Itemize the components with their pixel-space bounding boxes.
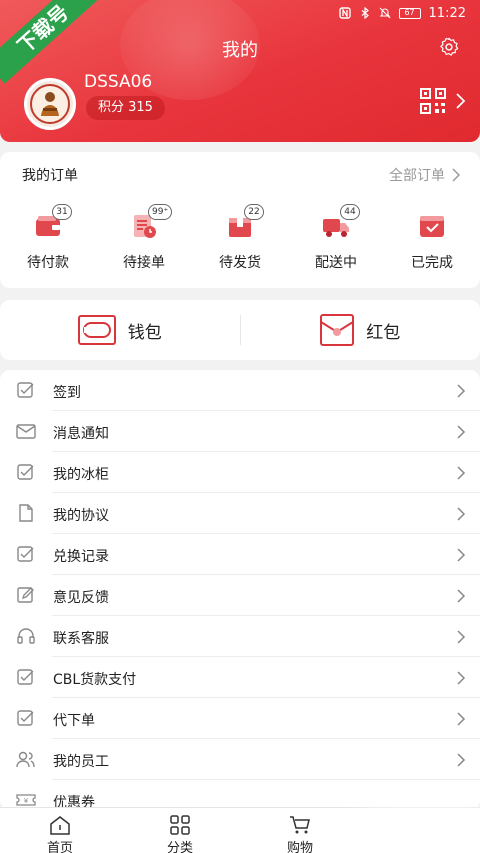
tab-category[interactable]: 分类 — [120, 808, 240, 853]
tab-home[interactable]: 首页 — [0, 808, 120, 853]
orders-title: 我的订单 — [22, 168, 78, 184]
order-status-label: 待接单 — [123, 255, 165, 271]
chevron-right-icon — [456, 670, 466, 686]
order-status-label: 配送中 — [315, 255, 357, 271]
username: DSSA06 — [84, 72, 153, 92]
qr-code-icon[interactable] — [420, 88, 446, 114]
menu-item-label: 代下单 — [53, 713, 95, 729]
bottom-tab-bar: 首页 分类 购物 — [0, 793, 480, 853]
battery-icon: 67 — [398, 7, 421, 19]
menu-item-my-freezer[interactable]: 我的冰柜 — [0, 452, 480, 493]
chevron-right-icon — [456, 629, 466, 645]
menu-item-my-employees[interactable]: 我的员工 — [0, 739, 480, 780]
settings-gear-icon[interactable] — [438, 36, 460, 58]
checkbox-icon — [16, 463, 36, 481]
svg-text:¥: ¥ — [24, 797, 29, 805]
red-packet-icon — [320, 314, 355, 346]
chevron-right-icon — [456, 588, 466, 604]
menu-item-cbl-payment[interactable]: CBL货款支付 — [0, 657, 480, 698]
mute-bell-icon — [379, 7, 391, 19]
chevron-right-icon — [456, 547, 466, 563]
status-time: 11:22 — [428, 5, 466, 21]
home-icon — [49, 815, 71, 835]
grid-icon — [169, 815, 191, 835]
chevron-right-icon — [456, 752, 466, 768]
menu-item-label: 意见反馈 — [53, 590, 109, 606]
mail-icon — [16, 422, 36, 440]
red-packet-button[interactable]: 红包 — [241, 300, 480, 360]
tab-label: 分类 — [166, 841, 193, 853]
chevron-right-icon — [456, 424, 466, 440]
status-bar: 67 11:22 — [338, 4, 466, 22]
avatar-worker-icon — [27, 81, 73, 127]
menu-item-label: 消息通知 — [53, 426, 109, 442]
chevron-right-icon[interactable] — [454, 92, 466, 110]
order-status-label: 待付款 — [27, 255, 69, 271]
order-status-in-delivery[interactable]: 44 配送中 — [288, 202, 384, 282]
all-orders-label: 全部订单 — [389, 168, 445, 184]
menu-item-label: 我的员工 — [53, 754, 109, 770]
red-packet-label: 红包 — [366, 322, 401, 343]
menu-item-sign-in[interactable]: 签到 — [0, 370, 480, 411]
order-status-label: 待发货 — [219, 255, 261, 271]
checkbox-icon — [16, 381, 36, 399]
order-count-badge: 22 — [244, 204, 264, 220]
order-count-badge: 44 — [340, 204, 360, 220]
check-box-icon — [417, 212, 447, 240]
all-orders-link[interactable]: 全部订单 — [389, 165, 460, 185]
wallet-card: 钱包 红包 — [0, 300, 480, 360]
points-badge[interactable]: 积分 315 — [86, 96, 165, 120]
checkbox-icon — [16, 668, 36, 686]
chevron-right-icon — [456, 711, 466, 727]
orders-card: 我的订单 全部订单 31 待付款 99⁺ 待接单 22 待发货 44 配送中 已… — [0, 152, 480, 288]
menu-item-label: 我的冰柜 — [53, 467, 109, 483]
menu-item-my-agreements[interactable]: 我的协议 — [0, 493, 480, 534]
checkbox-icon — [16, 709, 36, 727]
order-count-badge: 31 — [52, 204, 72, 220]
document-icon — [16, 504, 36, 522]
order-status-pending-payment[interactable]: 31 待付款 — [0, 202, 96, 282]
menu-item-label: 兑换记录 — [53, 549, 109, 565]
wallet-label: 钱包 — [127, 322, 162, 343]
menu-list: 签到 消息通知 我的冰柜 我的协议 兑换记录 意见反馈 联系客服 CBL货款支付… — [0, 370, 480, 810]
menu-item-redemption-records[interactable]: 兑换记录 — [0, 534, 480, 575]
checkbox-icon — [16, 545, 36, 563]
page-curl-decoration — [310, 793, 480, 853]
order-status-awaiting-shipment[interactable]: 22 待发货 — [192, 202, 288, 282]
chevron-right-icon — [456, 383, 466, 399]
nfc-icon — [338, 7, 351, 19]
menu-item-customer-service[interactable]: 联系客服 — [0, 616, 480, 657]
wallet-icon — [77, 315, 116, 345]
order-status-label: 已完成 — [411, 255, 453, 271]
cart-icon — [289, 815, 311, 835]
order-status-completed[interactable]: 已完成 — [384, 202, 480, 282]
menu-item-notifications[interactable]: 消息通知 — [0, 411, 480, 452]
chevron-right-icon — [456, 506, 466, 522]
users-icon — [16, 750, 36, 768]
menu-item-feedback[interactable]: 意见反馈 — [0, 575, 480, 616]
menu-item-label: 联系客服 — [53, 631, 109, 647]
menu-item-proxy-order[interactable]: 代下单 — [0, 698, 480, 739]
chevron-right-icon — [456, 465, 466, 481]
page-title: 我的 — [222, 40, 258, 61]
headset-icon — [16, 627, 36, 645]
bluetooth-icon — [359, 6, 371, 20]
order-status-awaiting-acceptance[interactable]: 99⁺ 待接单 — [96, 202, 192, 282]
avatar[interactable] — [24, 78, 76, 130]
menu-item-label: 签到 — [53, 385, 81, 401]
wallet-button[interactable]: 钱包 — [0, 300, 240, 360]
menu-item-label: 我的协议 — [53, 508, 109, 524]
edit-icon — [16, 586, 36, 604]
order-count-badge: 99⁺ — [148, 204, 173, 220]
tab-label: 首页 — [46, 841, 73, 853]
chevron-right-icon — [452, 168, 460, 182]
menu-item-label: CBL货款支付 — [53, 672, 137, 688]
